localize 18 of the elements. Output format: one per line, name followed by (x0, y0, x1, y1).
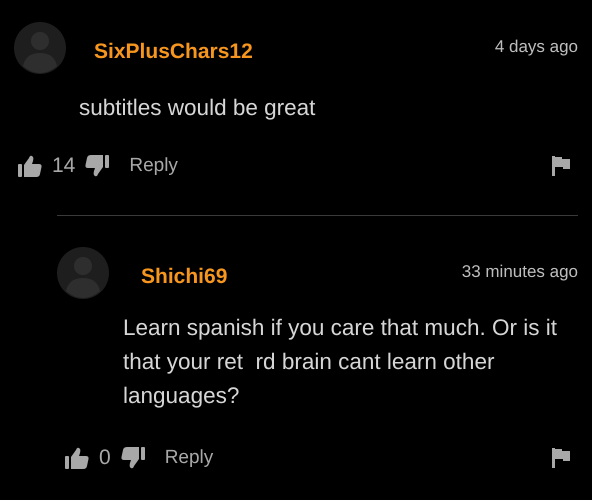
comment-text: Learn spanish if you care that much. Or is it that your ret rd brain cant learn other languages? (123, 314, 558, 410)
flag-icon[interactable] (552, 448, 570, 468)
username[interactable]: SixPlusChars12 (94, 40, 253, 64)
thumbs-up-icon[interactable] (18, 155, 42, 177)
thumbs-down-icon[interactable] (120, 447, 145, 469)
thumbs-up-icon[interactable] (65, 447, 89, 469)
reply-link[interactable]: Reply (129, 155, 178, 177)
comment-text: subtitles would be great (79, 94, 316, 122)
timestamp: 4 days ago (494, 37, 578, 57)
thumbs-down-icon[interactable] (85, 155, 110, 177)
avatar (14, 22, 66, 74)
username[interactable]: Shichi69 (141, 265, 228, 289)
timestamp: 33 minutes ago (462, 262, 578, 282)
avatar (57, 247, 109, 299)
reply-link[interactable]: Reply (164, 447, 214, 469)
like-count: 14 (52, 154, 76, 178)
flag-icon[interactable] (552, 156, 570, 176)
like-count: 0 (99, 446, 111, 470)
